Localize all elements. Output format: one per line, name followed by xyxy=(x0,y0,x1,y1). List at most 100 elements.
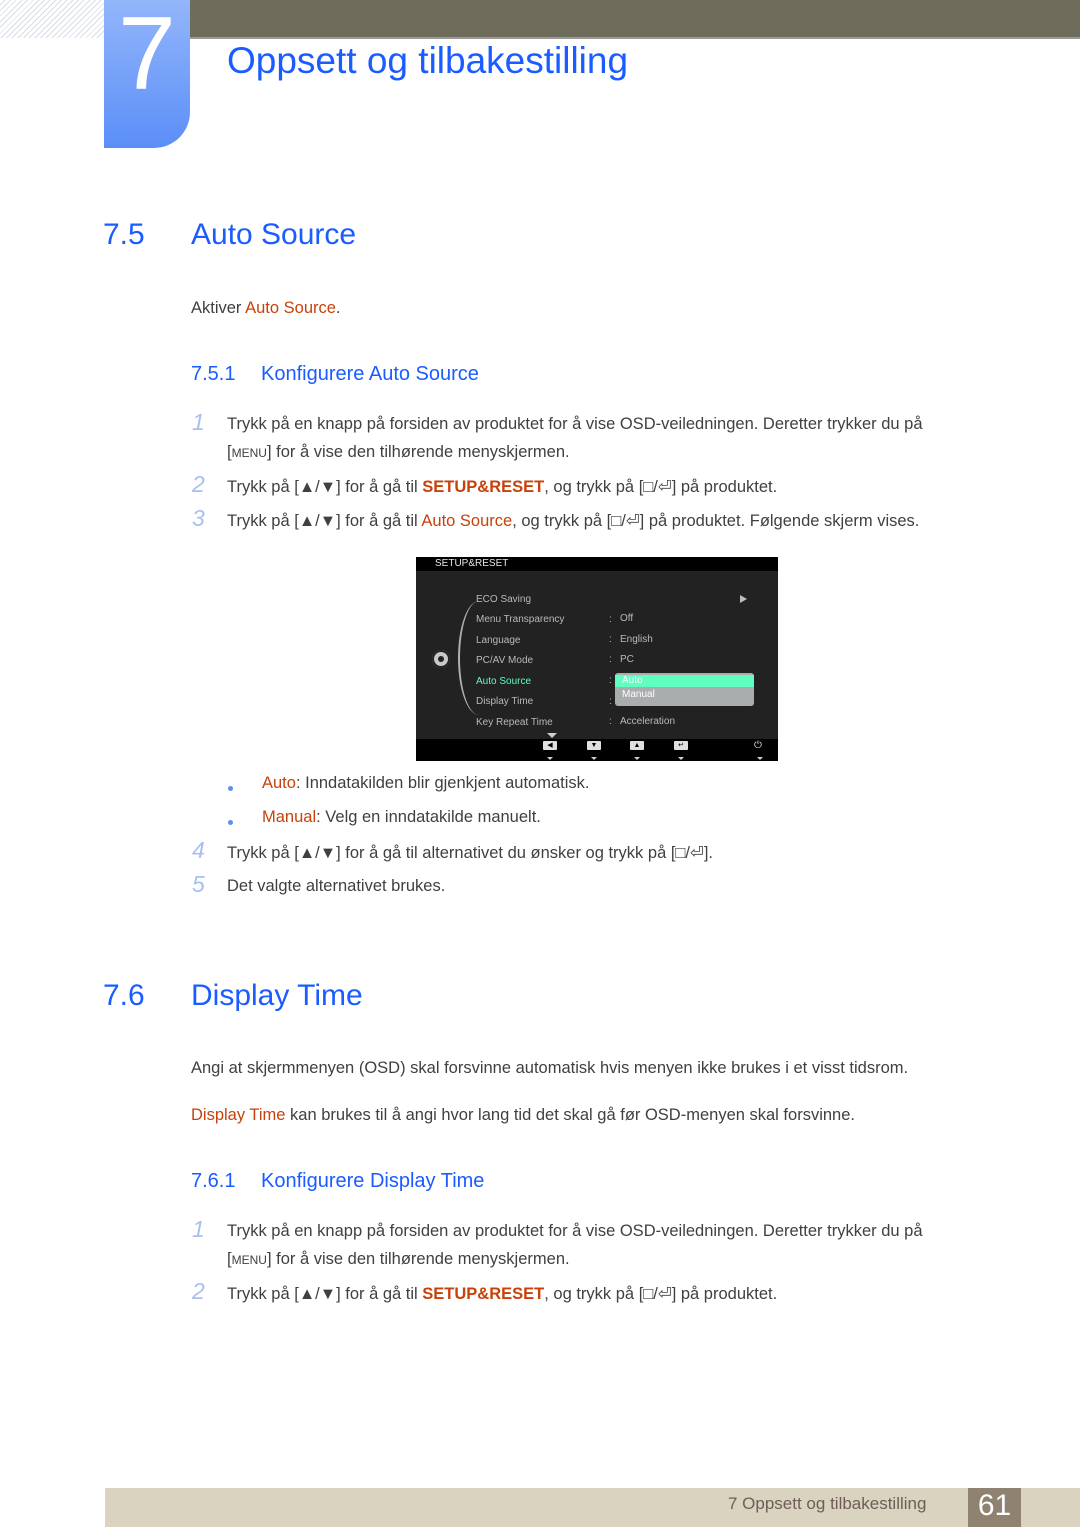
osd-item-language: Language xyxy=(476,635,521,646)
step-suffix: på produktet. Følgende skjerm vises. xyxy=(644,512,920,530)
step-prefix: Trykk på xyxy=(227,478,295,496)
osd-colon: : xyxy=(609,696,612,707)
osd-colon: : xyxy=(609,614,612,625)
step-mid: for å gå til alternativet du ønsker og t… xyxy=(340,844,671,862)
chapter-title: Oppsett og tilbakestilling xyxy=(227,40,629,81)
step-text: Trykk på en knapp på forsiden av produkt… xyxy=(227,1222,923,1240)
step-mid2: , og trykk på xyxy=(512,512,607,530)
osd-scroll-down-icon xyxy=(547,733,557,738)
menu-key-icon: MENU xyxy=(231,1253,267,1267)
page-number: 61 xyxy=(977,1489,1012,1522)
step-mid2: , og trykk på xyxy=(544,1285,639,1303)
option-desc: : Inndatakilden blir gjenkjent automatis… xyxy=(295,774,590,792)
section-7-5-number: 7.5 xyxy=(103,218,145,251)
up-down-key-icon: ▲/▼ xyxy=(298,1285,337,1303)
section-7-6-para1: Angi at skjermmenyen (OSD) skal forsvinn… xyxy=(191,1059,909,1077)
step-mid: for å gå til xyxy=(340,478,423,496)
osd-enter-button-icon: ↵ xyxy=(674,741,688,750)
osd-submenu-arrow-icon xyxy=(740,595,747,603)
step-prefix: Trykk på xyxy=(227,512,295,530)
subsection-7-6-1-number: 7.6.1 xyxy=(191,1170,236,1192)
step-text: Trykk på [▲/▼] for å gå til Auto Source,… xyxy=(227,512,920,530)
section-7-6-para2: Display Time kan brukes til å angi hvor … xyxy=(191,1106,855,1125)
osd-item-display-time: Display Time xyxy=(476,696,534,707)
osd-down-button-icon: ▼ xyxy=(587,741,601,750)
osd-item-auto-source: Auto Source xyxy=(476,676,532,687)
intro-prefix: Aktiver xyxy=(191,299,246,317)
step-text-continued: [MENU] for å vise den tilhørende menyskj… xyxy=(227,443,570,461)
option-manual-description: Manual: Velg en inndatakilde manuelt. xyxy=(262,808,541,827)
step-number: 2 xyxy=(192,1278,205,1304)
osd-colon: : xyxy=(609,654,612,665)
osd-auto-source-dropdown: Auto Manual xyxy=(615,673,754,706)
osd-option-auto: Auto xyxy=(615,675,754,687)
osd-item-eco-saving: ECO Saving xyxy=(476,594,532,605)
osd-key-marker-icon xyxy=(547,757,553,760)
subsection-7-5-1-number: 7.5.1 xyxy=(191,363,236,385)
osd-item-key-repeat-time: Key Repeat Time xyxy=(476,717,553,728)
osd-option-manual: Manual xyxy=(622,689,655,700)
osd-key-marker-icon xyxy=(678,757,684,760)
osd-value-key-repeat-time: Acceleration xyxy=(620,716,676,727)
header-bar xyxy=(190,0,1080,37)
step-text-rest: for å vise den tilhørende menyskjermen. xyxy=(271,1250,570,1268)
step-prefix: Trykk på xyxy=(227,844,295,862)
footer-bar xyxy=(105,1488,1080,1527)
osd-colon: : xyxy=(609,634,612,645)
bullet-icon xyxy=(228,786,233,791)
para2-highlight: Display Time xyxy=(191,1106,286,1124)
step-number: 1 xyxy=(192,409,205,435)
osd-header-title: SETUP&RESET xyxy=(435,558,509,569)
gear-icon xyxy=(432,650,450,668)
section-7-6-number: 7.6 xyxy=(103,979,145,1012)
step-text: Trykk på [▲/▼] for å gå til SETUP&RESET,… xyxy=(227,478,778,496)
step-text: Trykk på [▲/▼] for å gå til alternativet… xyxy=(227,844,713,862)
step-number: 1 xyxy=(192,1216,205,1242)
step-suffix: på produktet. xyxy=(676,1285,778,1303)
enter-key-icon: □/⏎ xyxy=(611,512,640,530)
footer-chapter-label: 7 Oppsett og tilbakestilling xyxy=(728,1494,927,1513)
osd-key-marker-icon xyxy=(591,757,597,760)
subsection-7-6-1-title: Konfigurere Display Time xyxy=(261,1170,485,1192)
section-7-5-title: Auto Source xyxy=(191,218,357,251)
osd-screenshot: SETUP&RESET ECO Saving Menu Transparency… xyxy=(416,557,778,761)
step-text: Det valgte alternativet brukes. xyxy=(227,877,446,895)
step-number: 3 xyxy=(192,505,205,531)
up-down-key-icon: ▲/▼ xyxy=(298,478,337,496)
osd-item-pc-av-mode: PC/AV Mode xyxy=(476,655,534,666)
step-text: Trykk på [▲/▼] for å gå til SETUP&RESET,… xyxy=(227,1285,778,1303)
up-down-key-icon: ▲/▼ xyxy=(298,512,337,530)
header-bar-divider xyxy=(190,37,1080,39)
enter-key-icon: □/⏎ xyxy=(643,1285,672,1303)
enter-key-icon: □/⏎ xyxy=(643,478,672,496)
osd-key-marker-icon xyxy=(757,757,763,760)
osd-colon: : xyxy=(609,716,612,727)
step-number: 2 xyxy=(192,471,205,497)
bullet-icon xyxy=(228,820,233,825)
osd-left-button-icon: ◀ xyxy=(543,741,557,750)
step-text: Trykk på en knapp på forsiden av produkt… xyxy=(227,415,923,433)
step-number: 5 xyxy=(192,871,205,897)
chapter-number: 7 xyxy=(118,0,176,112)
step-text-continued: [MENU] for å vise den tilhørende menyskj… xyxy=(227,1250,570,1268)
step-number: 4 xyxy=(192,837,205,863)
osd-value-language: English xyxy=(620,634,653,645)
step-highlight: Auto Source xyxy=(421,512,513,530)
step-highlight: SETUP&RESET xyxy=(422,1285,545,1303)
section-7-6-title: Display Time xyxy=(191,979,363,1012)
subsection-7-5-1-title: Konfigurere Auto Source xyxy=(261,363,479,385)
step-highlight: SETUP&RESET xyxy=(422,478,545,496)
osd-up-button-icon: ▲ xyxy=(630,741,644,750)
step-mid: for å gå til xyxy=(340,1285,423,1303)
osd-key-marker-icon xyxy=(634,757,640,760)
menu-key-icon: MENU xyxy=(231,446,267,460)
step-mid2: , og trykk på xyxy=(544,478,639,496)
header-hatch-decoration xyxy=(0,0,104,38)
option-label: Manual xyxy=(262,808,317,826)
section-7-5-intro: Aktiver Auto Source. xyxy=(191,299,341,318)
step-mid: for å gå til xyxy=(340,512,422,530)
osd-colon: : xyxy=(609,675,612,686)
step-prefix: Trykk på xyxy=(227,1285,295,1303)
option-desc: : Velg en inndatakilde manuelt. xyxy=(316,808,541,826)
enter-key-icon: □/⏎ xyxy=(675,844,704,862)
